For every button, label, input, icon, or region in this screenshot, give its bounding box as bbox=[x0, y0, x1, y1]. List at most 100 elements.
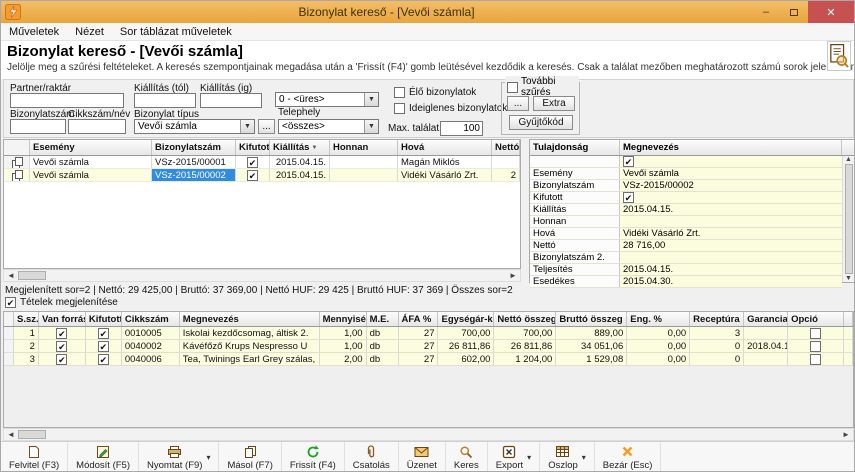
cell-eng[interactable]: 0,00 bbox=[627, 340, 690, 352]
checkbox[interactable]: ✔ bbox=[623, 192, 634, 203]
column-header-garancia[interactable]: Garancia bbox=[744, 312, 788, 326]
cell-megnevezes[interactable]: Tea, Twinings Earl Grey szálas, bbox=[180, 353, 320, 365]
scroll-right-icon[interactable]: ► bbox=[839, 430, 853, 439]
checkbox[interactable] bbox=[394, 103, 405, 114]
toolbar-button-bez-r-esc[interactable]: Bezár (Esc) bbox=[595, 442, 662, 472]
cell-mennyiseg[interactable]: 2,00 bbox=[320, 353, 367, 365]
telephely-dropdown[interactable]: <összes> ▼ bbox=[278, 119, 379, 134]
kiallitas-ig-input[interactable] bbox=[200, 93, 262, 108]
cikkszam-input[interactable] bbox=[68, 119, 126, 134]
property-row[interactable]: BizonylatszámVSz-2015/00002 bbox=[530, 180, 842, 192]
cell-honnan[interactable] bbox=[330, 156, 398, 168]
column-header-recept-ra[interactable]: Receptúra bbox=[690, 312, 744, 326]
ideiglenes-bizonylatok-checkbox[interactable]: Ideiglenes bizonylatok bbox=[394, 103, 507, 114]
property-header-tulajdonsag[interactable]: Tulajdonság bbox=[530, 140, 620, 155]
checkbox[interactable]: ✔ bbox=[623, 156, 634, 167]
dropdown-arrow-icon[interactable]: ▾ bbox=[202, 453, 210, 462]
cell-ssz[interactable]: 3 bbox=[14, 353, 39, 365]
column-header-mennyis-g[interactable]: Mennyiség bbox=[320, 312, 367, 326]
bizonylat-tipus-dropdown[interactable]: Vevői számla ▼ bbox=[134, 119, 255, 134]
cell-cikkszam[interactable]: 0010005 bbox=[122, 327, 180, 339]
cell-honnan[interactable] bbox=[330, 169, 398, 181]
column-header-fa[interactable]: ÁFA % bbox=[399, 312, 439, 326]
cell-afa[interactable]: 27 bbox=[399, 353, 439, 365]
column-header-egys-g-r-ke[interactable]: Egységár-ke bbox=[438, 312, 494, 326]
table-row[interactable]: 3✔✔0040006Tea, Twinings Earl Grey szálas… bbox=[4, 353, 853, 366]
cell-receptura[interactable]: 0 bbox=[690, 353, 744, 365]
toolbar-button-keres[interactable]: Keres bbox=[446, 442, 488, 472]
property-vscrollbar[interactable]: ▲ ▼ bbox=[842, 156, 854, 282]
property-row[interactable]: Honnan bbox=[530, 216, 842, 228]
toolbar-button-felvitel-f3[interactable]: Felvitel (F3) bbox=[1, 442, 68, 472]
cell-garancia[interactable]: 2018.04.15. bbox=[744, 340, 788, 352]
gyujtokod-button[interactable]: Gyűjtőkód bbox=[509, 115, 573, 130]
cell-kifutott[interactable]: ✔ bbox=[236, 169, 270, 181]
cell-hova[interactable]: Magán Miklós bbox=[398, 156, 492, 168]
menu-item-n-zet[interactable]: Nézet bbox=[67, 26, 112, 38]
column-header-cikksz-m[interactable]: Cikkszám bbox=[122, 312, 180, 326]
property-value[interactable]: 2015.04.30. bbox=[620, 276, 842, 287]
property-value[interactable] bbox=[620, 216, 842, 227]
toolbar-button-csatol-s[interactable]: Csatolás bbox=[345, 442, 399, 472]
cell-afa[interactable]: 27 bbox=[399, 340, 439, 352]
chevron-down-icon[interactable]: ▼ bbox=[240, 120, 254, 133]
checkbox[interactable]: ✔ bbox=[98, 328, 109, 339]
toolbar-button-export[interactable]: Export▾ bbox=[488, 442, 540, 472]
checkbox[interactable]: ✔ bbox=[247, 157, 258, 168]
partner-input[interactable] bbox=[10, 93, 124, 108]
checkbox[interactable]: ✔ bbox=[56, 354, 67, 365]
cell-opcio[interactable] bbox=[788, 340, 844, 352]
column-header-bizonylatsz-m[interactable]: Bizonylatszám bbox=[152, 140, 236, 155]
property-row[interactable]: ✔ bbox=[530, 156, 842, 168]
cell-brutto[interactable]: 1 529,08 bbox=[556, 353, 627, 365]
bizonylat-tipus-more-button[interactable]: ... bbox=[258, 119, 275, 134]
cell-kifutott[interactable]: ✔ bbox=[86, 340, 122, 352]
cell-afa[interactable]: 27 bbox=[399, 327, 439, 339]
tovabbi-szures-checkbox[interactable]: További szűrés bbox=[505, 76, 579, 98]
scroll-left-icon[interactable]: ◄ bbox=[4, 430, 18, 439]
scrollbar-thumb[interactable] bbox=[18, 271, 46, 280]
tetelek-checkbox[interactable]: ✔ Tételek megjelenítése bbox=[5, 297, 118, 308]
cell-receptura[interactable]: 0 bbox=[690, 340, 744, 352]
column-header-hov[interactable]: Hová bbox=[398, 140, 492, 155]
cell-eng[interactable]: 0,00 bbox=[627, 353, 690, 365]
cell-netto[interactable]: 1 204,00 bbox=[494, 353, 556, 365]
ures-dropdown[interactable]: 0 - <üres> ▼ bbox=[275, 92, 379, 107]
cell-egysegar[interactable]: 700,00 bbox=[438, 327, 494, 339]
cell-mennyiseg[interactable]: 1,00 bbox=[320, 327, 367, 339]
property-row[interactable]: Kifutott✔ bbox=[530, 192, 842, 204]
column-header-m-e[interactable]: M.E. bbox=[367, 312, 399, 326]
property-row[interactable]: Teljesítés2015.04.15. bbox=[530, 264, 842, 276]
checkbox[interactable] bbox=[810, 341, 821, 352]
cell-garancia[interactable] bbox=[744, 327, 788, 339]
checkbox[interactable]: ✔ bbox=[98, 341, 109, 352]
column-header-megnevez-s[interactable]: Megnevezés bbox=[180, 312, 320, 326]
checkbox[interactable] bbox=[810, 354, 821, 365]
cell-garancia[interactable] bbox=[744, 353, 788, 365]
column-header-honnan[interactable]: Honnan bbox=[330, 140, 398, 155]
scroll-left-icon[interactable]: ◄ bbox=[4, 271, 18, 280]
cell-cikkszam[interactable]: 0040002 bbox=[122, 340, 180, 352]
property-value[interactable] bbox=[620, 252, 842, 263]
cell-netto[interactable]: 26 811,86 bbox=[494, 340, 556, 352]
cell-netto[interactable]: 700,00 bbox=[494, 327, 556, 339]
items-table-hscrollbar[interactable]: ◄ ► bbox=[3, 428, 854, 441]
scroll-right-icon[interactable]: ► bbox=[506, 271, 520, 280]
document-table-hscrollbar[interactable]: ◄ ► bbox=[3, 269, 521, 282]
extra-button[interactable]: Extra bbox=[533, 96, 575, 111]
property-row[interactable]: Bizonylatszám 2. bbox=[530, 252, 842, 264]
kiallitas-tol-input[interactable] bbox=[134, 93, 196, 108]
scroll-up-icon[interactable]: ▲ bbox=[845, 156, 852, 163]
cell-me[interactable]: db bbox=[367, 327, 399, 339]
property-row[interactable]: HováVidéki Vásárló Zrt. bbox=[530, 228, 842, 240]
cell-netto[interactable]: 2 bbox=[492, 169, 520, 181]
cell-netto[interactable] bbox=[492, 156, 520, 168]
column-header-nett-sszeg[interactable]: Nettó összeg bbox=[494, 312, 556, 326]
cell-kifutott[interactable]: ✔ bbox=[236, 156, 270, 168]
property-row[interactable]: Esedékes2015.04.30. bbox=[530, 276, 842, 288]
toolbar-button-oszlop[interactable]: Oszlop▾ bbox=[540, 442, 595, 472]
column-header-brutt-sszeg[interactable]: Bruttó összeg bbox=[556, 312, 627, 326]
chevron-down-icon[interactable]: ▼ bbox=[364, 93, 378, 106]
cell-kifutott[interactable]: ✔ bbox=[86, 353, 122, 365]
menu-item-sor-t-bl-zat-m-veletek[interactable]: Sor táblázat műveletek bbox=[112, 26, 240, 38]
